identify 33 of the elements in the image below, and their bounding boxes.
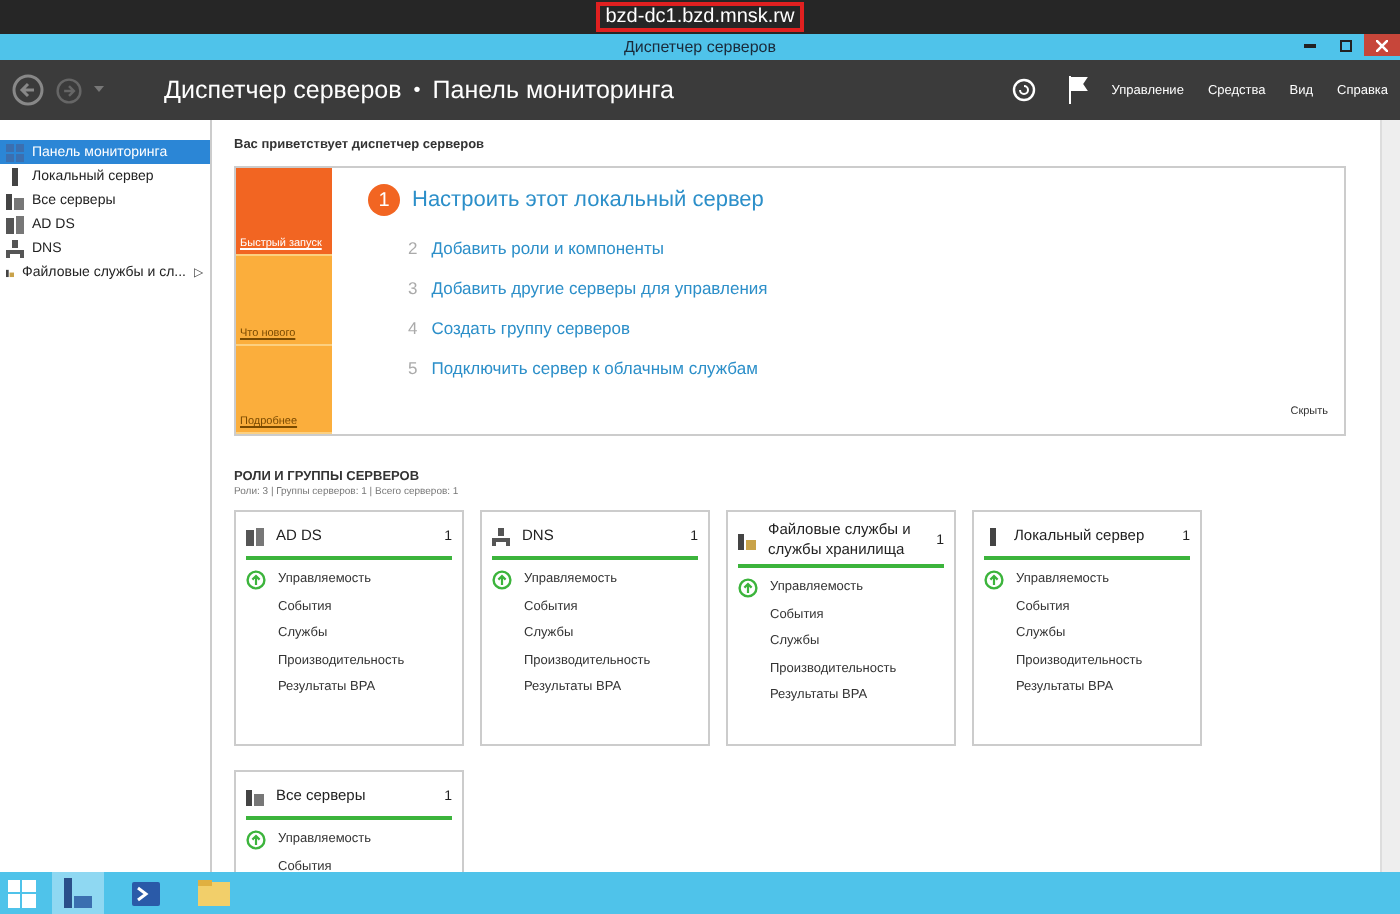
status-ok-icon	[738, 577, 758, 598]
start-button[interactable]	[8, 879, 36, 907]
step-link[interactable]: Подключить сервер к облачным службам	[431, 358, 758, 378]
dropdown-icon[interactable]	[94, 86, 104, 94]
close-icon	[1376, 39, 1388, 51]
close-button[interactable]	[1364, 34, 1400, 56]
minimize-icon	[1304, 43, 1316, 47]
status-ok-icon	[492, 569, 512, 590]
step-number: 4	[408, 318, 418, 338]
window-title: Диспетчер серверов	[623, 38, 776, 56]
step-number: 1	[368, 184, 400, 216]
back-button[interactable]	[12, 74, 44, 106]
status-ok-icon	[246, 829, 266, 850]
scrollbar[interactable]	[1380, 120, 1400, 872]
host-label: bzd-dc1.bzd.mnsk.rw	[595, 2, 805, 32]
page-title: Панель мониторинга	[432, 76, 674, 104]
flag-icon[interactable]	[1067, 76, 1088, 104]
step-number: 5	[408, 358, 418, 378]
step-link[interactable]: Добавить другие серверы для управления	[431, 278, 768, 298]
server-app-icon[interactable]	[64, 878, 92, 908]
step-link[interactable]: Настроить этот локальный сервер	[412, 188, 764, 212]
step-number: 2	[408, 238, 418, 258]
app-title: Диспетчер серверов	[164, 76, 402, 104]
breadcrumb-separator: •	[413, 79, 421, 101]
step-link[interactable]: Создать группу серверов	[431, 318, 631, 338]
status-ok-icon	[246, 569, 266, 590]
refresh-icon[interactable]	[1011, 78, 1036, 102]
taskbar-button[interactable]	[52, 872, 104, 914]
status-ok-icon	[984, 569, 1004, 590]
restore-icon	[1340, 39, 1352, 51]
step-link[interactable]: Добавить роли и компоненты	[431, 238, 664, 258]
terminal-icon[interactable]	[132, 881, 160, 905]
step-number: 3	[408, 278, 418, 298]
